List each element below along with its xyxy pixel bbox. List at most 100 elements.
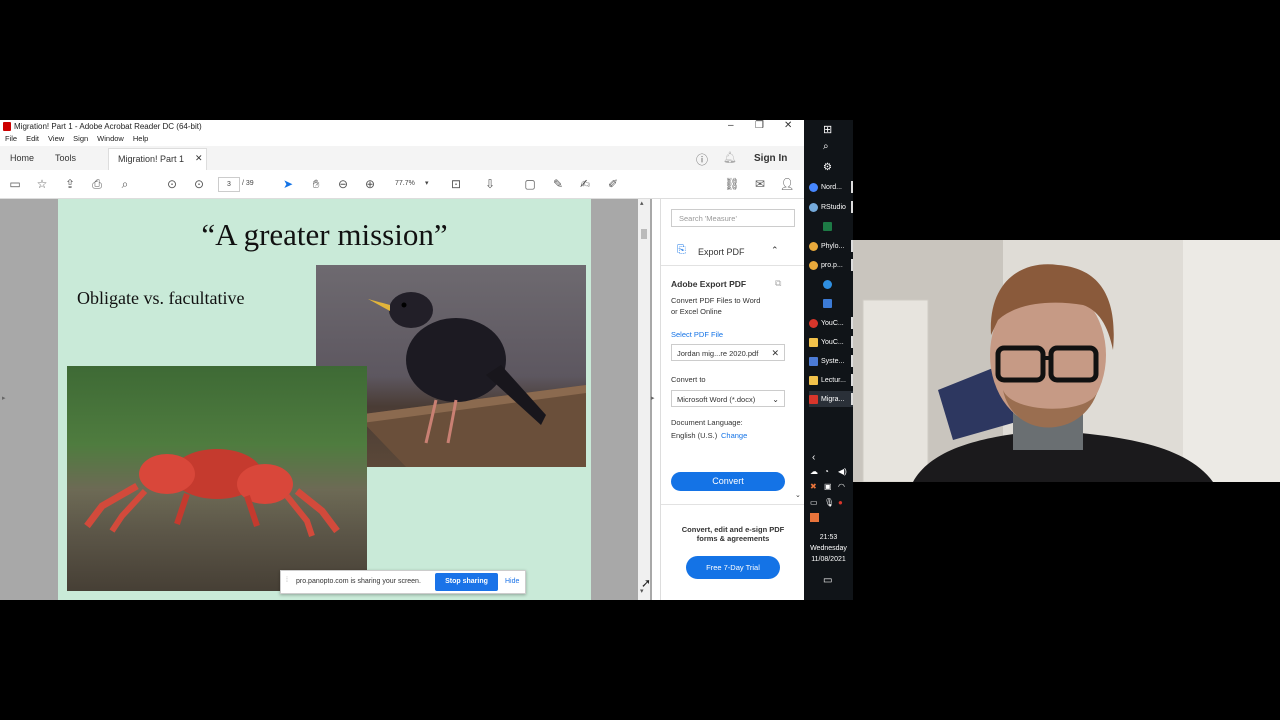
save-icon[interactable]: ▭ xyxy=(7,176,23,192)
clock-time[interactable]: 21:53 xyxy=(804,534,853,541)
prev-page-icon[interactable]: ⊙ xyxy=(164,176,180,192)
promo-line-2: forms & agreements xyxy=(696,534,770,543)
tray-display-icon[interactable]: ▣ xyxy=(824,482,832,491)
taskbar-app-panopto[interactable]: pro.p... xyxy=(809,257,853,273)
drag-handle-icon[interactable]: ⁞ xyxy=(286,577,288,584)
notification-bell-icon[interactable]: 🔔︎ xyxy=(723,151,737,164)
next-page-icon[interactable]: ⊙ xyxy=(191,176,207,192)
taskbar-app-lecture[interactable]: Lectur... xyxy=(809,372,853,388)
menu-sign[interactable]: Sign xyxy=(73,134,88,143)
copy-icon: ⧉ xyxy=(775,278,782,288)
comment-icon[interactable]: ▢ xyxy=(522,176,538,192)
windows-start-icon[interactable]: ⊞ xyxy=(823,123,832,136)
share-message: pro.panopto.com is sharing your screen. xyxy=(296,578,421,585)
taskbar-app-excel[interactable] xyxy=(823,218,867,234)
tab-home[interactable]: Home xyxy=(10,153,34,163)
page-total: / 39 xyxy=(242,180,254,187)
convert-to-select[interactable]: Microsoft Word (*.docx) ⌄ xyxy=(671,390,785,407)
tray-orange-icon[interactable] xyxy=(810,513,819,522)
wifi-icon[interactable]: ◔ xyxy=(824,467,829,476)
hand-tool-icon[interactable]: ✋︎ xyxy=(308,176,324,192)
taskbar-app-label: Syste... xyxy=(821,357,845,365)
taskbar-app-system[interactable]: Syste... xyxy=(809,353,853,369)
tray-record-icon[interactable]: ● xyxy=(838,498,843,507)
taskbar-app-rstudio[interactable]: RStudio xyxy=(809,199,853,215)
scroll-up-icon[interactable]: ▴ xyxy=(640,199,644,207)
minimize-icon[interactable]: – xyxy=(728,120,734,131)
fill-sign-icon[interactable]: ✐ xyxy=(605,176,621,192)
bookmark-star-icon[interactable]: ☆ xyxy=(34,176,50,192)
sign-in-button[interactable]: Sign In xyxy=(754,153,787,164)
toolbar: ▭ ☆ ⇪ ⎙ ⌕ ⊙ ⊙ 3 / 39 ➤ ✋︎ ⊖ ⊕ 77.7% ▾ ⊡ … xyxy=(0,170,804,199)
taskbar-app-nord[interactable]: Nord... xyxy=(809,179,853,195)
free-trial-button[interactable]: Free 7-Day Trial xyxy=(686,556,780,579)
draw-icon[interactable]: ✍︎ xyxy=(577,176,593,192)
panel-scroll-down-icon[interactable]: ⌄ xyxy=(795,491,801,499)
menu-view[interactable]: View xyxy=(48,134,64,143)
hide-share-bar-button[interactable]: Hide xyxy=(505,578,519,585)
excel-icon xyxy=(823,221,832,231)
tray-headset-icon[interactable]: ◠ xyxy=(838,482,845,491)
page-fit-icon[interactable]: ⊡ xyxy=(448,176,464,192)
close-icon[interactable]: ✕ xyxy=(784,120,792,131)
clock-day[interactable]: Wednesday xyxy=(804,545,853,552)
menu-window[interactable]: Window xyxy=(97,134,124,143)
help-icon[interactable]: ⓘ xyxy=(696,151,708,168)
volume-icon[interactable]: ◀) xyxy=(838,467,847,476)
select-pdf-label[interactable]: Select PDF File xyxy=(671,330,723,339)
tab-document[interactable]: Migration! Part 1 ✕ xyxy=(108,148,207,171)
taskbar-settings-icon[interactable]: ⚙ xyxy=(823,162,832,173)
tool-search-input[interactable]: Search 'Measure' xyxy=(671,209,795,227)
right-panel-toggle-icon[interactable]: ▸ xyxy=(651,394,655,402)
scroll-thumb[interactable] xyxy=(641,229,647,239)
clock-date[interactable]: 11/08/2021 xyxy=(804,556,853,563)
zoom-level[interactable]: 77.7% xyxy=(395,180,415,187)
microphone-icon[interactable]: 🎙︎ xyxy=(824,498,834,507)
search-icon[interactable]: ⌕ xyxy=(117,176,133,192)
remove-file-icon[interactable]: ✕ xyxy=(771,345,779,362)
select-cursor-icon[interactable]: ➤ xyxy=(280,176,296,192)
zoom-out-icon[interactable]: ⊖ xyxy=(335,176,351,192)
collapse-chevron-icon[interactable]: ⌃ xyxy=(771,245,779,256)
close-tab-icon[interactable]: ✕ xyxy=(195,153,203,164)
taskbar-app-label: Lectur... xyxy=(821,376,846,384)
restore-icon[interactable]: ❐ xyxy=(755,120,764,131)
menu-help[interactable]: Help xyxy=(133,134,148,143)
tray-chevron-icon[interactable]: ‹ xyxy=(812,452,815,463)
tab-tools[interactable]: Tools xyxy=(55,153,76,163)
menu-bar: File Edit View Sign Window Help xyxy=(0,134,804,146)
add-user-icon[interactable]: 👤︎ xyxy=(779,176,795,192)
zoom-in-icon[interactable]: ⊕ xyxy=(362,176,378,192)
page-number-input[interactable]: 3 xyxy=(218,177,240,192)
highlight-pen-icon[interactable]: ✎ xyxy=(550,176,566,192)
action-center-icon[interactable]: ▭ xyxy=(823,575,832,586)
nord-icon xyxy=(809,182,818,192)
folder-icon xyxy=(809,375,818,385)
acrobat-icon xyxy=(3,122,11,131)
upload-icon[interactable]: ⇪ xyxy=(62,176,78,192)
taskbar-app-phylo[interactable]: Phylo... xyxy=(809,238,853,254)
change-language-link[interactable]: Change xyxy=(721,431,747,440)
left-panel-toggle-icon[interactable]: ▸ xyxy=(2,394,6,402)
tray-app-icon[interactable]: ✖ xyxy=(810,482,817,491)
scroll-mode-icon[interactable]: ⇩ xyxy=(482,176,498,192)
stop-sharing-button[interactable]: Stop sharing xyxy=(435,573,498,591)
zoom-dropdown-icon[interactable]: ▾ xyxy=(425,179,429,187)
cloud-icon[interactable]: ☁ xyxy=(810,467,818,476)
taskbar-app-youc-1[interactable]: YouC... xyxy=(809,315,853,331)
taskbar-app-migration[interactable]: Migra... xyxy=(809,391,853,407)
menu-file[interactable]: File xyxy=(5,134,17,143)
pdf-file-field[interactable]: Jordan mig...re 2020.pdf ✕ xyxy=(671,344,785,361)
print-icon[interactable]: ⎙ xyxy=(89,176,105,192)
taskbar-search-icon[interactable]: ⌕ xyxy=(823,141,829,152)
share-link-icon[interactable]: ⛓︎ xyxy=(724,176,740,192)
battery-icon[interactable]: ▭ xyxy=(810,498,818,507)
document-viewport[interactable]: “A greater mission” Obligate vs. faculta… xyxy=(0,199,652,600)
export-pdf-title[interactable]: Export PDF xyxy=(698,247,745,257)
vertical-scrollbar[interactable]: ▴ ▾ xyxy=(638,199,650,600)
email-icon[interactable]: ✉︎ xyxy=(752,176,768,192)
export-desc-1: Convert PDF Files to Word xyxy=(671,296,761,305)
convert-button[interactable]: Convert xyxy=(671,472,785,491)
menu-edit[interactable]: Edit xyxy=(26,134,39,143)
taskbar-app-youc-2[interactable]: YouC... xyxy=(809,334,853,350)
